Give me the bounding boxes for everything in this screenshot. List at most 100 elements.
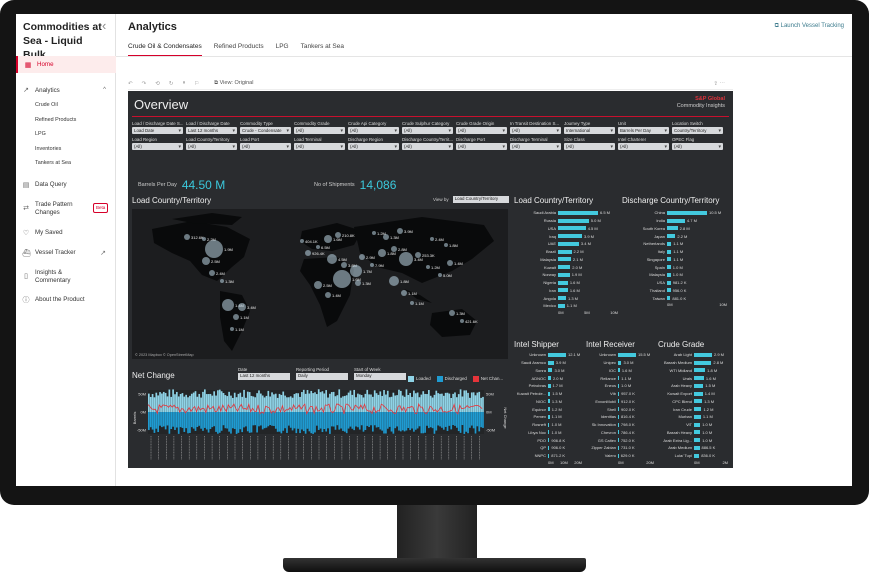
map-bubble[interactable] [209, 270, 215, 276]
bar-row[interactable]: ViT 1.0 M [656, 421, 728, 429]
filter-select[interactable]: International [564, 127, 615, 134]
filter-select[interactable]: (All) [672, 143, 723, 150]
week-select[interactable]: Monday [354, 373, 406, 380]
bar-row[interactable]: GS Caltex 752.0 K [584, 436, 654, 444]
map-bubble[interactable] [324, 235, 332, 243]
filter-select[interactable]: Barrels Per Day [618, 127, 669, 134]
map-bubble[interactable] [341, 262, 347, 268]
filter-select[interactable]: (All) [456, 127, 507, 134]
period-select[interactable]: Daily [296, 373, 348, 380]
bar-row[interactable]: Identitas 816.4 K [584, 413, 654, 421]
bar-row[interactable]: Mexico 1.1 M [512, 302, 618, 310]
map-bubble[interactable] [333, 270, 351, 288]
map-bubble[interactable] [383, 234, 389, 240]
map-bubble[interactable] [426, 265, 430, 269]
bar-row[interactable]: Arab Medium 886.5 K [656, 444, 728, 452]
bar-row[interactable]: Japan 2.2 M [621, 232, 727, 240]
sidebar-subitem-lpg[interactable]: LPG [16, 127, 116, 142]
map-bubble[interactable] [397, 228, 403, 234]
bar-row[interactable]: Unknown 12.1 M [512, 351, 582, 359]
bar-row[interactable]: IOC 1.6 M [584, 367, 654, 375]
map-bubble[interactable] [327, 254, 337, 264]
sidebar-subitem-refined-products[interactable]: Refined Products [16, 113, 116, 128]
bar-row[interactable]: Italy 1.1 M [621, 248, 727, 256]
bar-row[interactable]: Equinor 1.2 M [512, 405, 582, 413]
sidebar-subitem-crude-oil[interactable]: Crude Oil [16, 98, 116, 113]
filter-select[interactable]: Crude - Condensate [240, 127, 291, 134]
map-bubble[interactable] [447, 260, 453, 266]
alert-icon[interactable]: ⚐ [194, 81, 199, 87]
map-bubble[interactable] [350, 265, 362, 277]
bar-row[interactable]: USA 981.2 K [621, 279, 727, 287]
bar-row[interactable]: South Korea 2.8 M [621, 225, 727, 233]
sidebar-item-about[interactable]: ⓘ About the Product [16, 292, 116, 308]
filter-select[interactable]: (All) [294, 127, 345, 134]
sidebar-subitem-inventories[interactable]: Inventories [16, 142, 116, 157]
sidebar-item-analytics[interactable]: ↗ Analytics ^ [16, 82, 116, 98]
bar-row[interactable]: Iran Crude 1.2 M [656, 405, 728, 413]
map-bubble[interactable] [238, 303, 246, 311]
bar-row[interactable]: Kuwait Export 1.4 M [656, 390, 728, 398]
bar-row[interactable]: CPC Blend 1.3 M [656, 398, 728, 406]
sidebar-item-my-saved[interactable]: ♡ My Saved [16, 225, 116, 241]
bar-row[interactable]: Libya Noc 1.0 M [512, 429, 582, 437]
bar-row[interactable]: NNPC 871.2 K [512, 452, 582, 460]
bar-row[interactable]: Shell 902.0 K [584, 405, 654, 413]
tab-refined-products[interactable]: Refined Products [214, 43, 264, 57]
bar-row[interactable]: Arab Extra Lig... 1.0 M [656, 436, 728, 444]
map-bubble[interactable] [370, 263, 374, 267]
map-bubble[interactable] [220, 279, 224, 283]
refresh-icon[interactable]: ↻ [169, 81, 174, 87]
map-bubble[interactable] [184, 234, 190, 240]
filter-select[interactable]: (All) [510, 127, 561, 134]
launch-vessel-tracking-link[interactable]: ⧉ Launch Vessel Tracking [775, 23, 844, 30]
bar-row[interactable]: Sonra 3.0 M [512, 367, 582, 375]
bar-row[interactable]: PDO 906.8 K [512, 436, 582, 444]
map-bubble[interactable] [202, 257, 210, 265]
map-bubble[interactable] [355, 280, 361, 286]
map-bubble[interactable] [230, 327, 234, 331]
bar-row[interactable]: Unipec 3.0 M [584, 359, 654, 367]
bar-row[interactable]: Zipper Zabian 731.0 K [584, 444, 654, 452]
bar-row[interactable]: Rosneft 1.0 M [512, 421, 582, 429]
bar-row[interactable]: Iran 1.6 M [512, 287, 618, 295]
sidebar-subitem-tankers-at-sea[interactable]: Tankers at Sea [16, 156, 116, 171]
map-bubble[interactable] [438, 273, 442, 277]
bar-row[interactable]: Vtb 957.0 K [584, 390, 654, 398]
map-bubble[interactable] [391, 246, 397, 252]
bar-row[interactable]: China 10.5 M [621, 209, 727, 217]
bar-row[interactable]: Kuwait Petrole... 1.5 M [512, 390, 582, 398]
map-bubble[interactable] [430, 237, 434, 241]
filter-select[interactable]: (All) [294, 143, 345, 150]
bar-row[interactable]: ADNOC 2.0 M [512, 374, 582, 382]
bar-row[interactable]: Petrobras 1.7 M [512, 382, 582, 390]
bar-row[interactable]: Singapore 1.1 M [621, 256, 727, 264]
bar-row[interactable]: Malaysia 1.0 M [621, 271, 727, 279]
filter-select[interactable]: (All) [348, 127, 399, 134]
map-bubble[interactable] [415, 252, 421, 258]
view-by-select[interactable]: Load Country/Territory [452, 196, 509, 203]
world-map[interactable]: 312.6K2.2M1.9M2.5M2.4M1.3M1.4M1.1M1.1M3.… [132, 209, 508, 359]
filter-select[interactable]: (All) [348, 143, 399, 150]
revert-icon[interactable]: ⟲ [155, 81, 160, 87]
bar-row[interactable]: Chevron 786.4 K [584, 429, 654, 437]
map-bubble[interactable] [222, 299, 234, 311]
bar-row[interactable]: Basrah Medium 2.8 M [656, 359, 728, 367]
redo-icon[interactable]: ↷ [142, 81, 147, 87]
net-change-chart[interactable]: 50M 0M -50M 50M 0M -50M Barrels Net Change [132, 384, 508, 464]
map-bubble[interactable] [205, 240, 223, 258]
bar-row[interactable]: Eneos 1.0 M [584, 382, 654, 390]
bar-row[interactable]: NIOC 1.3 M [512, 398, 582, 406]
bar-row[interactable]: Spain 1.0 M [621, 263, 727, 271]
map-bubble[interactable] [449, 310, 455, 316]
map-bubble[interactable] [444, 243, 448, 247]
map-bubble[interactable] [389, 276, 399, 286]
map-bubble[interactable] [460, 319, 464, 323]
bar-row[interactable]: UAE 3.4 M [512, 240, 618, 248]
bar-row[interactable]: Malaysia 2.1 M [512, 256, 618, 264]
bar-row[interactable]: Urals 1.6 M [656, 374, 728, 382]
bar-row[interactable]: WTI Midland 1.8 M [656, 367, 728, 375]
filter-select[interactable]: (All) [456, 143, 507, 150]
filter-select[interactable]: (All) [510, 143, 561, 150]
map-bubble[interactable] [233, 314, 239, 320]
